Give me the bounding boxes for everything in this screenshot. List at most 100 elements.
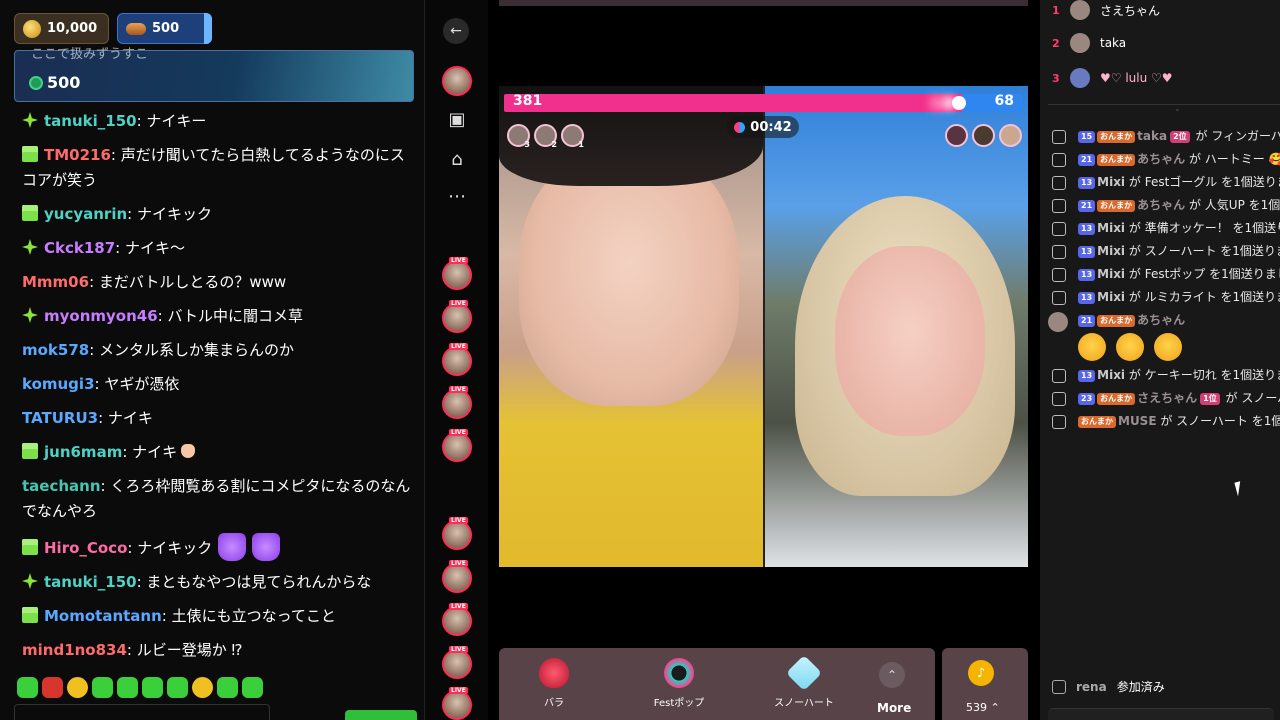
sparkle-badge-icon [22, 239, 38, 255]
chat-input[interactable] [14, 704, 270, 720]
chat-username[interactable]: TATURU3 [22, 409, 98, 427]
emote-icon[interactable] [142, 677, 163, 698]
chevron-down-icon[interactable]: ⌄ [1174, 104, 1181, 113]
chat-username[interactable]: Momotantann [44, 607, 162, 625]
live-avatar[interactable]: LIVE [442, 429, 472, 462]
profile-avatar[interactable] [442, 66, 472, 96]
gift-text: が Festポップ を1個送りました [1128, 267, 1280, 281]
score-right: 68 [994, 93, 1014, 109]
coin-recharge[interactable]: ♪ 539 ⌃ [942, 648, 1028, 720]
live-avatar[interactable]: LIVE [442, 386, 472, 419]
gift-log-entry: 23おんまかさえちゃん1位 が スノーハート を13個送りました [1052, 390, 1280, 407]
live-avatar[interactable]: LIVE [442, 687, 472, 720]
chat-username[interactable]: Ckck187 [44, 239, 115, 257]
live-avatar[interactable]: LIVE [442, 257, 472, 290]
gift-sender[interactable]: さえちゃん [1137, 391, 1197, 405]
emote-icon[interactable] [17, 677, 38, 698]
emote-icon[interactable] [217, 677, 238, 698]
rank-number: 3 [1052, 71, 1060, 85]
gift-icon [1052, 130, 1066, 144]
level-badge: 21 [1078, 315, 1096, 327]
live-avatar[interactable]: LIVE [442, 560, 472, 593]
more-icon[interactable]: ⋯ [443, 182, 471, 210]
emote-icon[interactable] [242, 677, 263, 698]
gift-sender[interactable]: Mixi [1097, 368, 1125, 382]
video-icon[interactable]: ▣ [443, 105, 471, 133]
supporter-avatar[interactable]: 3 [507, 124, 530, 149]
chat-text: : ヤギが憑依 [94, 375, 180, 393]
chat-username[interactable]: mok578 [22, 341, 89, 359]
sparkle-badge-icon [22, 573, 38, 589]
home-icon[interactable]: ⌂ [443, 145, 471, 173]
chat-username[interactable]: tanuki_150 [44, 573, 137, 591]
back-button[interactable]: ← [443, 18, 469, 44]
chat-username[interactable]: TM0216 [44, 146, 111, 164]
emote-icon[interactable] [92, 677, 113, 698]
gift-rose[interactable]: バラ [514, 658, 594, 709]
gift-sender[interactable]: Mixi [1097, 267, 1125, 281]
gift-sender[interactable]: Mixi [1097, 244, 1125, 258]
supporter-avatar[interactable] [999, 124, 1022, 147]
gift-snow-heart[interactable]: スノーハート [764, 654, 844, 709]
comment-input[interactable] [1048, 708, 1274, 720]
live-badge: LIVE [449, 300, 468, 307]
chat-username[interactable]: mind1no834 [22, 641, 127, 659]
gift-sender[interactable]: あちゃん [1137, 313, 1185, 327]
gift-sender[interactable]: Mixi [1097, 290, 1125, 304]
gift-sender[interactable]: taka [1137, 129, 1167, 143]
gift-sender[interactable]: Mixi [1097, 175, 1125, 189]
gift-sender[interactable]: あちゃん [1137, 152, 1185, 166]
supporter-avatar[interactable] [972, 124, 995, 147]
chat-username[interactable]: tanuki_150 [44, 112, 137, 130]
stream-top-strip [499, 0, 1028, 6]
live-avatar[interactable]: LIVE [442, 517, 472, 550]
chat-username[interactable]: jun6mam [44, 443, 122, 461]
chat-username[interactable]: taechann [22, 477, 101, 495]
emote-icon[interactable] [117, 677, 138, 698]
gem-balance[interactable]: 500 [117, 13, 212, 44]
leaderboard-row[interactable]: 3 ♥♡ lulu ♡♥ [1052, 68, 1173, 88]
join-notice: rena 参加済み [1052, 678, 1165, 695]
gift-sender[interactable]: あちゃん [1137, 198, 1185, 212]
gift-sender[interactable]: MUSE [1118, 414, 1157, 428]
gift-card[interactable]: ここで扱みずうすこ 500 [14, 47, 414, 102]
battle-video[interactable]: 381 68 00:42 3 2 1 [499, 86, 1028, 567]
leaderboard-row[interactable]: 1 さえちゃん [1052, 0, 1160, 20]
chevron-up-icon[interactable]: ⌃ [879, 662, 905, 688]
emote-icon[interactable] [192, 677, 213, 698]
live-avatar[interactable]: LIVE [442, 343, 472, 376]
supporter-avatar[interactable]: 2 [534, 124, 557, 149]
level-badge: 23 [1078, 393, 1096, 405]
gift-sender[interactable]: Mixi [1097, 221, 1125, 235]
chat-text: : ナイキ [122, 443, 178, 461]
send-button[interactable] [345, 710, 417, 720]
live-avatar[interactable]: LIVE [442, 603, 472, 636]
supporter-avatar[interactable]: 1 [561, 124, 584, 149]
rank-number: 2 [1052, 36, 1060, 50]
more-gifts-button[interactable]: More [877, 701, 911, 715]
leaderboard-row[interactable]: 2 taka [1052, 33, 1126, 53]
emote-icon[interactable] [67, 677, 88, 698]
left-supporters: 3 2 1 [507, 124, 584, 149]
live-avatar[interactable]: LIVE [442, 646, 472, 679]
gem-icon [126, 22, 146, 35]
party-face-icon [1154, 333, 1182, 361]
gift-card-caption: ここで扱みずうすこ [31, 47, 149, 62]
live-avatar[interactable]: LIVE [442, 300, 472, 333]
battle-timer-value: 00:42 [750, 119, 792, 135]
gift-log-entry: 21おんまかあちゃん が ハートミー 🥰 を1個送りました [1052, 151, 1280, 168]
gift-fest-pop[interactable]: Festポップ [639, 658, 719, 709]
chat-text: : バトル中に闇コメ草 [157, 307, 303, 325]
emote-icon[interactable] [167, 677, 188, 698]
supporter-rank: 3 [524, 140, 530, 149]
chat-username[interactable]: Hiro_Coco [44, 539, 127, 557]
coin-balance[interactable]: 10,000 [14, 13, 109, 44]
chat-username[interactable]: yucyanrin [44, 205, 127, 223]
supporter-avatar[interactable] [945, 124, 968, 147]
sparkle-badge-icon [22, 112, 38, 128]
chat-username[interactable]: komugi3 [22, 375, 95, 393]
chat-username[interactable]: Mmm06 [22, 273, 89, 291]
emote-icon[interactable] [42, 677, 63, 698]
chat-message: komugi3: ヤギが憑依 [22, 372, 417, 397]
chat-username[interactable]: myonmyon46 [44, 307, 158, 325]
